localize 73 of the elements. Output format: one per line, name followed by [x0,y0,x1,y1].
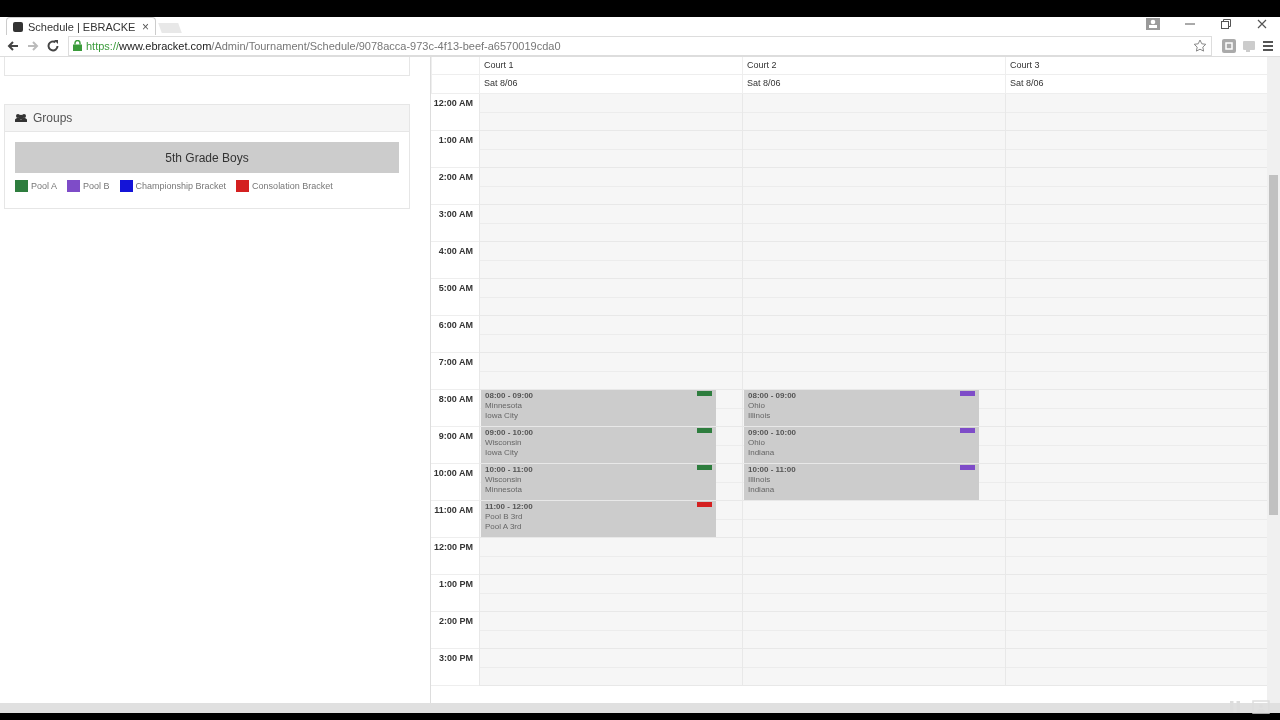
team-name: Pool B 3rd [485,512,523,522]
close-icon[interactable] [1256,18,1268,30]
reload-icon[interactable] [46,38,60,53]
calendar-slot[interactable] [479,538,742,575]
team-name: Iowa City [485,411,518,421]
legend-label: Consolation Bracket [252,181,333,191]
game-time: 10:00 - 11:00 [485,465,533,475]
tab-title: Schedule | EBRACKE [28,20,137,33]
team-name: Minnesota [485,485,522,495]
time-label: 12:00 AM [433,98,473,108]
team-name: Pool A 3rd [485,522,522,532]
game-time: 09:00 - 10:00 [748,428,797,438]
time-label: 8:00 AM [438,394,473,404]
time-label: 11:00 AM [434,505,473,515]
scrollbar[interactable] [1267,57,1280,703]
users-icon [15,113,27,123]
time-label: 4:00 AM [438,246,473,256]
calendar-slot[interactable] [742,353,1005,390]
browser-tab[interactable]: Schedule | EBRACKE × [6,17,156,35]
lock-icon [73,40,82,51]
team-name: Illinois [748,411,771,421]
time-label: 1:00 PM [439,579,473,589]
court-header: Court 2 [747,60,777,70]
time-label: 9:00 AM [438,431,473,441]
date-header: Sat 8/06 [484,78,518,88]
court-header: Court 3 [1010,60,1040,70]
date-header: Sat 8/06 [1010,78,1044,88]
address-field[interactable]: https://www.ebracket.com/Admin/Tournament/Schedule/9078acca-973c-4f13-beef-a6570019cda0 [68,35,1212,56]
menu-icon[interactable] [1262,39,1274,52]
team-name: Ohio [748,438,765,448]
close-tab-button[interactable]: × [142,19,149,34]
time-label: 2:00 AM [438,172,473,182]
forward-icon[interactable] [26,38,40,53]
calendar-slot[interactable] [479,353,742,390]
back-icon[interactable] [6,38,20,53]
time-label: 7:00 AM [438,357,473,367]
team-name: Wisconsin [485,475,522,485]
time-label: 3:00 PM [439,653,473,663]
team-name: Indiana [748,448,775,458]
calendar-slot[interactable] [742,501,1005,538]
time-label: 5:00 AM [438,283,473,293]
game-time: 08:00 - 09:00 [485,391,534,401]
favicon-icon [13,21,23,32]
legend-label: Pool B [83,181,110,191]
extension-icon[interactable] [1242,38,1256,53]
game-time: 11:00 - 12:00 [485,502,533,512]
team-name: Wisconsin [485,438,522,448]
time-label: 2:00 PM [439,616,473,626]
panel-title: Groups [33,111,73,125]
game-time: 09:00 - 10:00 [485,428,534,438]
date-header: Sat 8/06 [747,78,781,88]
screen-icon[interactable] [1252,700,1270,714]
legend-label: Championship Bracket [135,181,227,191]
team-name: Illinois [748,475,771,485]
legend-label: Pool A [31,181,58,191]
extension-icon[interactable] [1222,38,1236,53]
team-name: Iowa City [485,448,518,458]
time-label: 12:00 PM [433,542,473,552]
game-time: 08:00 - 09:00 [748,391,797,401]
time-label: 6:00 AM [438,320,473,330]
user-icon[interactable] [1146,18,1160,30]
star-icon[interactable] [1193,38,1207,53]
restore-icon[interactable] [1220,18,1232,30]
game-time: 10:00 - 11:00 [748,465,796,475]
court-header: Court 1 [484,60,514,70]
time-label: 1:00 AM [438,135,473,145]
group-button[interactable]: 5th Grade Boys [15,142,399,173]
time-label: 3:00 AM [438,209,473,219]
team-name: Indiana [748,485,775,495]
time-label: 10:00 AM [433,468,473,478]
team-name: Minnesota [485,401,522,411]
team-name: Ohio [748,401,765,411]
scrollbar[interactable] [0,703,1280,713]
